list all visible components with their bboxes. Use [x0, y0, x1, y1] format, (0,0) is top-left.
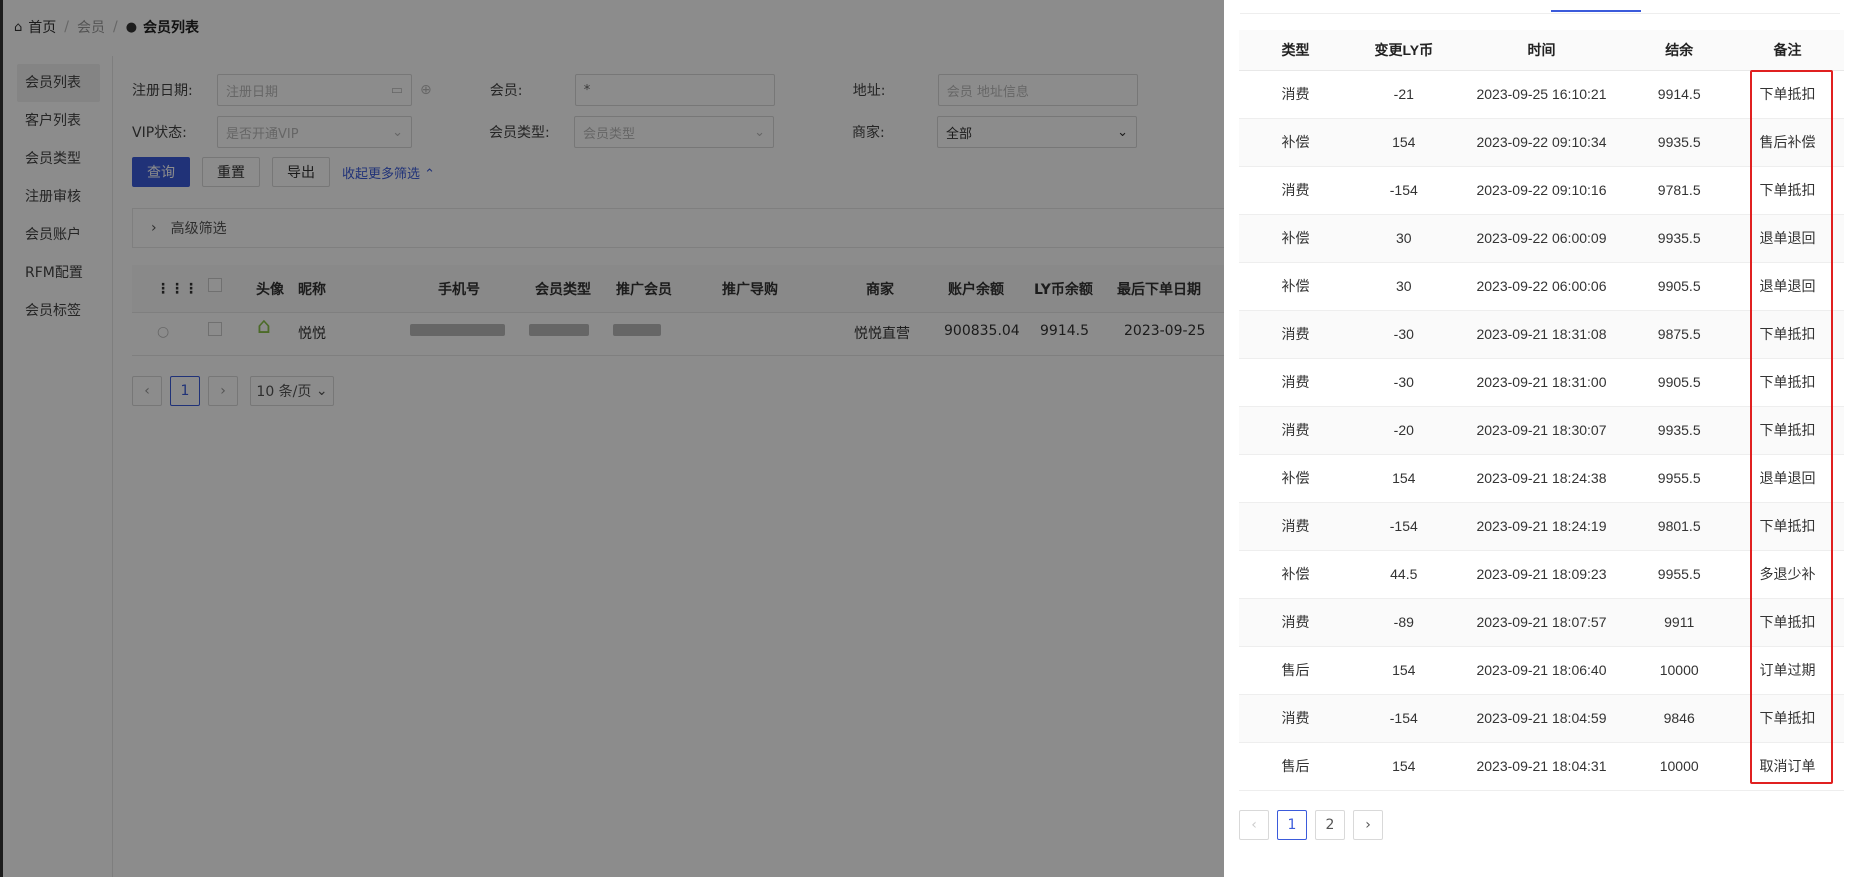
- log-cell-type: 补偿: [1239, 262, 1352, 311]
- log-cell-change: -154: [1351, 502, 1456, 551]
- log-cell-change: -20: [1351, 406, 1456, 455]
- log-cell-time: 2023-09-22 06:00:06: [1455, 262, 1628, 311]
- member-page: ⌂ 首页 / 会员 / ● 会员列表 会员列表 客户列表 会员类型 注册审核 会…: [0, 0, 1853, 877]
- log-cell-time: 2023-09-21 18:07:57: [1455, 598, 1628, 647]
- log-col-change: 变更LY币: [1351, 30, 1456, 71]
- log-cell-change: 154: [1351, 118, 1456, 167]
- log-cell-change: 30: [1351, 262, 1456, 311]
- log-cell-balance: 9905.5: [1627, 262, 1731, 311]
- log-cell-time: 2023-09-21 18:31:08: [1455, 310, 1628, 359]
- log-cell-balance: 9935.5: [1627, 118, 1731, 167]
- log-cell-time: 2023-09-21 18:31:00: [1455, 358, 1628, 407]
- log-cell-balance: 9781.5: [1627, 166, 1731, 215]
- log-cell-change: -30: [1351, 358, 1456, 407]
- tab-divider: [1240, 13, 1840, 14]
- log-col-time: 时间: [1455, 30, 1628, 71]
- log-cell-change: 30: [1351, 214, 1456, 263]
- log-cell-balance: 9846: [1627, 694, 1731, 743]
- log-cell-type: 消费: [1239, 70, 1352, 119]
- log-cell-type: 消费: [1239, 406, 1352, 455]
- log-cell-type: 消费: [1239, 358, 1352, 407]
- log-cell-time: 2023-09-25 16:10:21: [1455, 70, 1628, 119]
- page-2-button[interactable]: 2: [1315, 810, 1345, 840]
- log-cell-balance: 9905.5: [1627, 358, 1731, 407]
- log-cell-change: -89: [1351, 598, 1456, 647]
- log-cell-balance: 9911: [1627, 598, 1731, 647]
- log-cell-type: 消费: [1239, 598, 1352, 647]
- page-1-button[interactable]: 1: [1277, 810, 1307, 840]
- log-cell-balance: 9935.5: [1627, 214, 1731, 263]
- log-cell-type: 消费: [1239, 166, 1352, 215]
- log-cell-balance: 9875.5: [1627, 310, 1731, 359]
- log-cell-type: 售后: [1239, 742, 1352, 791]
- log-cell-type: 补偿: [1239, 550, 1352, 599]
- log-cell-type: 消费: [1239, 694, 1352, 743]
- prev-page-button[interactable]: ‹: [1239, 810, 1269, 840]
- log-cell-type: 消费: [1239, 310, 1352, 359]
- log-cell-time: 2023-09-22 09:10:16: [1455, 166, 1628, 215]
- log-cell-change: 154: [1351, 742, 1456, 791]
- log-cell-time: 2023-09-22 09:10:34: [1455, 118, 1628, 167]
- log-cell-change: 44.5: [1351, 550, 1456, 599]
- log-cell-type: 消费: [1239, 502, 1352, 551]
- log-cell-balance: 9914.5: [1627, 70, 1731, 119]
- log-cell-type: 补偿: [1239, 118, 1352, 167]
- log-cell-change: -21: [1351, 70, 1456, 119]
- log-cell-change: -154: [1351, 166, 1456, 215]
- ly-coin-log-drawer: 类型 变更LY币 时间 结余 备注 消费 -21 2023-09-25 16:10:…: [1224, 0, 1853, 877]
- log-cell-change: 154: [1351, 454, 1456, 503]
- log-cell-change: 154: [1351, 646, 1456, 695]
- log-cell-balance: 9955.5: [1627, 550, 1731, 599]
- log-cell-balance: 10000: [1627, 742, 1731, 791]
- log-cell-time: 2023-09-21 18:04:59: [1455, 694, 1628, 743]
- active-tab-indicator: [1551, 10, 1641, 12]
- log-col-note: 备注: [1730, 30, 1844, 71]
- log-cell-balance: 9955.5: [1627, 454, 1731, 503]
- log-cell-time: 2023-09-21 18:06:40: [1455, 646, 1628, 695]
- log-cell-time: 2023-09-21 18:24:38: [1455, 454, 1628, 503]
- log-header-row: 类型 变更LY币 时间 结余 备注: [1239, 30, 1844, 71]
- log-cell-time: 2023-09-21 18:09:23: [1455, 550, 1628, 599]
- note-column-highlight: [1750, 70, 1833, 784]
- log-cell-balance: 9935.5: [1627, 406, 1731, 455]
- log-col-type: 类型: [1239, 30, 1352, 71]
- log-cell-type: 补偿: [1239, 214, 1352, 263]
- log-cell-time: 2023-09-21 18:04:31: [1455, 742, 1628, 791]
- log-cell-time: 2023-09-22 06:00:09: [1455, 214, 1628, 263]
- next-page-button[interactable]: ›: [1353, 810, 1383, 840]
- log-cell-time: 2023-09-21 18:30:07: [1455, 406, 1628, 455]
- log-cell-change: -30: [1351, 310, 1456, 359]
- log-cell-change: -154: [1351, 694, 1456, 743]
- log-cell-balance: 9801.5: [1627, 502, 1731, 551]
- log-cell-time: 2023-09-21 18:24:19: [1455, 502, 1628, 551]
- log-cell-type: 补偿: [1239, 454, 1352, 503]
- log-pager: ‹ 1 2 ›: [1239, 810, 1383, 840]
- log-cell-type: 售后: [1239, 646, 1352, 695]
- log-cell-balance: 10000: [1627, 646, 1731, 695]
- log-col-balance: 结余: [1627, 30, 1731, 71]
